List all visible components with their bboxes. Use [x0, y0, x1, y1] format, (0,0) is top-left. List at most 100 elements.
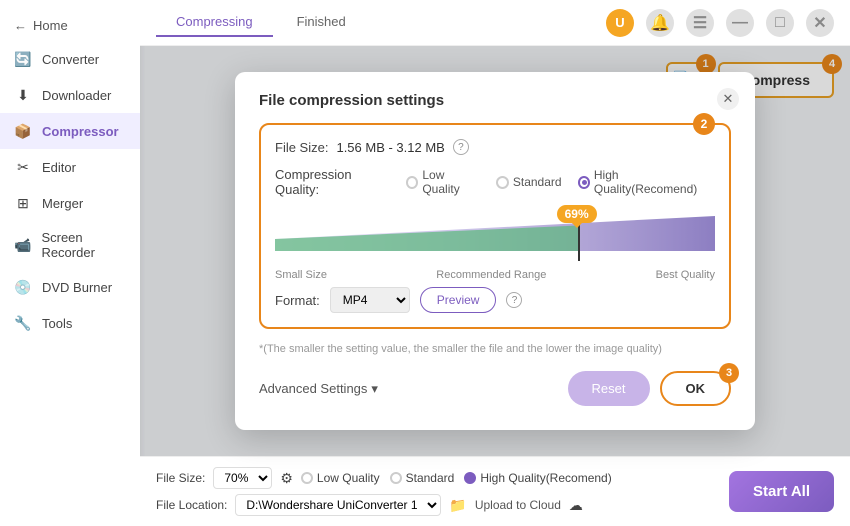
compressor-icon: 📦 — [14, 122, 32, 140]
sidebar-item-dvd-burner[interactable]: 💿 DVD Burner — [0, 269, 140, 305]
bottom-settings: File Size: 70% ⚙ Low Quality Standard — [156, 467, 612, 516]
file-location-select[interactable]: D:\Wondershare UniConverter 1 — [235, 494, 441, 516]
sidebar-item-screen-recorder[interactable]: 📹 Screen Recorder — [0, 221, 140, 269]
start-all-label: Start All — [753, 483, 810, 500]
reset-label: Reset — [592, 381, 626, 396]
modal-overlay: ✕ File compression settings 2 File Size:… — [140, 46, 850, 456]
sidebar-label-merger: Merger — [42, 196, 83, 211]
advanced-settings-toggle[interactable]: Advanced Settings ▾ — [259, 381, 378, 397]
tab-finished-label: Finished — [297, 14, 346, 29]
upload-cloud-label: Upload to Cloud — [475, 498, 561, 512]
sidebar-label-converter: Converter — [42, 52, 99, 67]
quality-high-option[interactable]: High Quality(Recomend) — [578, 168, 715, 196]
modal-close-button[interactable]: ✕ — [717, 88, 739, 110]
file-size-help-icon[interactable]: ? — [453, 139, 469, 155]
menu-icon[interactable]: ☰ — [686, 9, 714, 37]
advanced-settings-label: Advanced Settings — [259, 381, 367, 396]
quality-standard-label: Standard — [513, 175, 562, 189]
sidebar-label-screen-recorder: Screen Recorder — [41, 230, 126, 260]
chart-svg — [275, 211, 715, 251]
content-area: 📄+ 1 Compress 4 ✕ File compression setti… — [140, 46, 850, 456]
file-size-row: File Size: 1.56 MB - 3.12 MB ? — [275, 139, 715, 155]
preview-help-icon[interactable]: ? — [506, 292, 522, 308]
modal-action-buttons: Reset OK 3 — [568, 371, 731, 406]
bottom-bar: File Size: 70% ⚙ Low Quality Standard — [140, 456, 850, 526]
quality-standard-option[interactable]: Standard — [496, 175, 562, 189]
preview-button[interactable]: Preview — [420, 287, 497, 313]
sidebar-item-editor[interactable]: ✂ Editor — [0, 149, 140, 185]
preview-label: Preview — [437, 293, 480, 307]
reset-button[interactable]: Reset — [568, 371, 650, 406]
quality-standard-label-bottom: Standard — [406, 471, 455, 485]
hint-text: *(The smaller the setting value, the sma… — [259, 343, 731, 355]
quality-standard-dot[interactable] — [390, 472, 402, 484]
compression-quality-label: Compression Quality: — [275, 167, 390, 197]
back-arrow-icon: ← — [14, 18, 27, 33]
settings-icon[interactable]: ⚙ — [280, 470, 293, 487]
quality-high-dot[interactable] — [464, 472, 476, 484]
tab-compressing[interactable]: Compressing — [156, 8, 273, 37]
sidebar-item-converter[interactable]: 🔄 Converter — [0, 41, 140, 77]
quality-low-radio[interactable] — [406, 176, 418, 189]
modal-title: File compression settings — [259, 92, 731, 109]
compression-settings-section: 2 File Size: 1.56 MB - 3.12 MB ? Compres… — [259, 123, 731, 329]
topbar: Compressing Finished U 🔔 ☰ — □ ✕ — [140, 0, 850, 46]
sidebar-label-compressor: Compressor — [42, 124, 119, 139]
quality-standard-radio[interactable] — [496, 176, 509, 189]
chart-label-center: Recommended Range — [436, 269, 546, 281]
chart-label-left: Small Size — [275, 269, 327, 281]
start-all-button[interactable]: Start All — [729, 471, 834, 512]
bottom-quality-low[interactable]: Low Quality — [301, 471, 380, 485]
folder-icon[interactable]: 📁 — [449, 497, 466, 514]
format-row: Format: MP4 Preview ? — [275, 287, 715, 313]
sidebar-back-button[interactable]: ← Home — [0, 10, 140, 41]
file-size-value: 1.56 MB - 3.12 MB — [336, 140, 444, 155]
converter-icon: 🔄 — [14, 50, 32, 68]
ok-label: OK — [686, 381, 706, 396]
user-avatar[interactable]: U — [606, 9, 634, 37]
chevron-down-icon: ▾ — [371, 381, 378, 397]
downloader-icon: ⬇ — [14, 86, 32, 104]
step2-badge: 2 — [693, 113, 715, 135]
sidebar-item-downloader[interactable]: ⬇ Downloader — [0, 77, 140, 113]
modal-footer: Advanced Settings ▾ Reset OK 3 — [259, 371, 731, 406]
ok-button[interactable]: OK 3 — [660, 371, 732, 406]
step3-badge: 3 — [719, 363, 739, 383]
quality-high-radio[interactable] — [578, 176, 590, 189]
cloud-icon[interactable]: ☁ — [569, 497, 583, 514]
editor-icon: ✂ — [14, 158, 32, 176]
close-icon[interactable]: ✕ — [806, 9, 834, 37]
bottom-quality-high[interactable]: High Quality(Recomend) — [464, 471, 611, 485]
dvd-burner-icon: 💿 — [14, 278, 32, 296]
tab-finished[interactable]: Finished — [277, 8, 366, 37]
quality-low-label: Low Quality — [422, 168, 480, 196]
bottom-quality-standard[interactable]: Standard — [390, 471, 455, 485]
sidebar-item-merger[interactable]: ⊞ Merger — [0, 185, 140, 221]
merger-icon: ⊞ — [14, 194, 32, 212]
tab-compressing-label: Compressing — [176, 14, 253, 29]
bell-icon[interactable]: 🔔 — [646, 9, 674, 37]
tools-icon: 🔧 — [14, 314, 32, 332]
maximize-icon[interactable]: □ — [766, 9, 794, 37]
sidebar-label-tools: Tools — [42, 316, 72, 331]
file-compression-modal: ✕ File compression settings 2 File Size:… — [235, 72, 755, 430]
quality-low-dot[interactable] — [301, 472, 313, 484]
quality-high-label: High Quality(Recomend) — [594, 168, 715, 196]
file-size-label: File Size: — [275, 140, 328, 155]
sidebar-label-downloader: Downloader — [42, 88, 111, 103]
sidebar-item-compressor[interactable]: 📦 Compressor — [0, 113, 140, 149]
quality-low-option[interactable]: Low Quality — [406, 168, 480, 196]
compression-quality-row: Compression Quality: Low Quality Standar… — [275, 167, 715, 197]
sidebar-label-dvd-burner: DVD Burner — [42, 280, 112, 295]
screen-recorder-icon: 📹 — [14, 236, 31, 254]
compression-chart: 69% Small Size Recommended Range Best Qu… — [275, 211, 715, 281]
chart-labels: Small Size Recommended Range Best Qualit… — [275, 269, 715, 281]
minimize-icon[interactable]: — — [726, 9, 754, 37]
bottom-file-size-select[interactable]: 70% — [213, 467, 272, 489]
chart-percentage-balloon: 69% — [557, 205, 597, 223]
topbar-icons: U 🔔 ☰ — □ ✕ — [606, 9, 834, 37]
quality-high-label-bottom: High Quality(Recomend) — [480, 471, 611, 485]
sidebar-item-tools[interactable]: 🔧 Tools — [0, 305, 140, 341]
bottom-file-size-label: File Size: — [156, 471, 205, 485]
format-select[interactable]: MP4 — [330, 287, 410, 313]
